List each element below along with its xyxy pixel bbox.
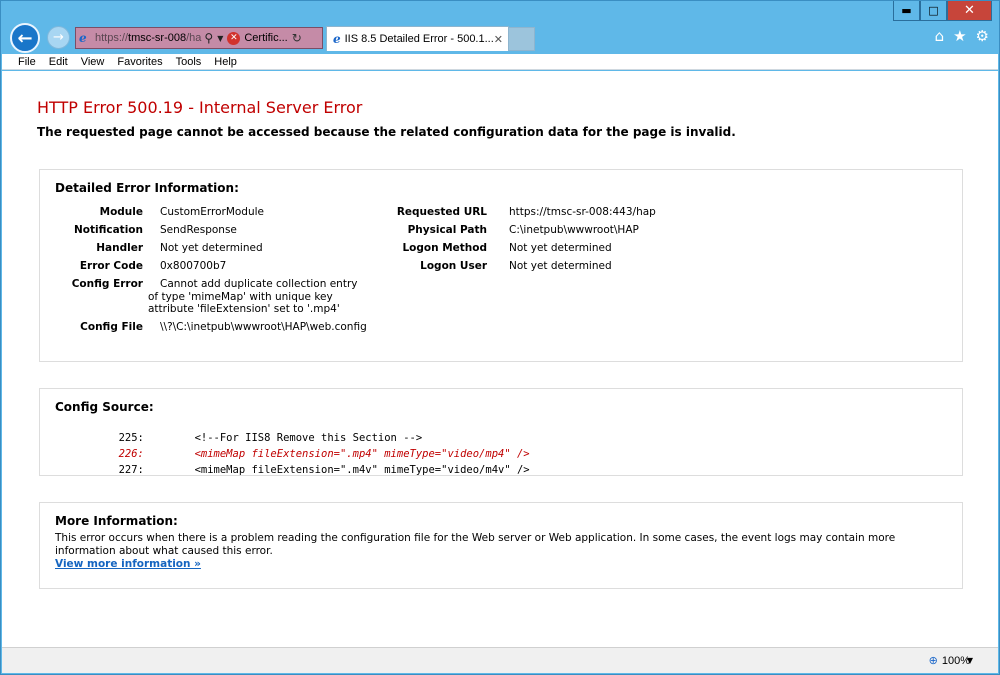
back-button[interactable]: ←: [10, 23, 40, 53]
tab-close-icon[interactable]: ✕: [494, 33, 503, 46]
detail-value: Not yet determined: [160, 242, 263, 254]
favorites-star-icon[interactable]: ★: [953, 27, 966, 45]
toolbar-icons: ⌂ ★ ⚙: [935, 27, 989, 45]
detail-key: Logon User: [420, 260, 487, 272]
navigation-bar: ← → e https:// tmsc-sr-008 /ha ⚲ ▼ ✕ Cer…: [1, 21, 999, 54]
detail-value: Not yet determined: [509, 260, 612, 272]
page-subtitle: The requested page cannot be accessed be…: [37, 125, 736, 139]
address-scheme: https://: [95, 32, 129, 44]
more-heading: More Information:: [55, 514, 178, 528]
caption-buttons: ▬ □ ✕: [893, 1, 992, 21]
menu-file[interactable]: File: [18, 56, 36, 68]
detail-key: Notification: [73, 224, 143, 236]
detailed-error-panel: Detailed Error Information: Module Custo…: [39, 169, 963, 362]
detail-key: Config Error: [71, 278, 143, 290]
page-content: HTTP Error 500.19 - Internal Server Erro…: [2, 71, 998, 649]
refresh-icon[interactable]: ↻: [292, 31, 302, 45]
config-line-code: <mimeMap fileExtension=".m4v" mimeType="…: [194, 464, 530, 476]
minimize-button[interactable]: ▬: [893, 1, 920, 21]
address-path: /ha: [186, 32, 202, 44]
detail-value: Not yet determined: [509, 242, 612, 254]
detail-key: Requested URL: [396, 206, 487, 218]
more-info-text: This error occurs when there is a proble…: [55, 532, 896, 557]
arrow-right-icon: →: [53, 30, 64, 45]
certificate-error-label[interactable]: Certific...: [244, 32, 287, 44]
detail-key: Config File: [80, 321, 143, 333]
detail-value: https://tmsc-sr-008:443/hap: [509, 206, 656, 218]
detail-key: Handler: [96, 242, 143, 254]
zoom-icon: ⊕: [928, 655, 938, 667]
page-title: HTTP Error 500.19 - Internal Server Erro…: [37, 98, 363, 117]
ie-page-icon: e: [79, 31, 87, 45]
tab-iis-error[interactable]: e IIS 8.5 Detailed Error - 500.1... ✕: [326, 26, 509, 51]
config-source-panel: Config Source: 225: <!--For IIS8 Remove t…: [39, 388, 963, 476]
details-heading: Detailed Error Information:: [55, 181, 239, 195]
address-host: tmsc-sr-008: [128, 32, 187, 44]
detail-key: Physical Path: [407, 224, 487, 236]
certificate-error-icon[interactable]: ✕: [227, 31, 241, 45]
config-heading: Config Source:: [55, 400, 154, 414]
gear-icon[interactable]: ⚙: [976, 27, 989, 45]
chevron-down-icon[interactable]: ▼: [217, 34, 223, 43]
detail-key: Logon Method: [402, 242, 487, 254]
zoom-level: 100%: [941, 654, 970, 667]
view-more-link[interactable]: View more information »: [55, 558, 201, 570]
menu-favorites[interactable]: Favorites: [117, 56, 162, 68]
menu-edit[interactable]: Edit: [49, 56, 68, 68]
detail-value: \\?\C:\inetpub\wwwroot\HAP\web.config: [160, 321, 367, 333]
zoom-control[interactable]: ⊕ 100%: [928, 654, 970, 668]
chevron-down-icon[interactable]: ▼: [967, 656, 973, 665]
more-information-panel: More Information: This error occurs when…: [39, 502, 963, 589]
config-line-number: 227:: [118, 464, 144, 476]
detail-key: Module: [99, 206, 143, 218]
detail-value: C:\inetpub\wwwroot\HAP: [509, 224, 639, 236]
arrow-left-icon: ←: [17, 27, 33, 49]
close-button[interactable]: ✕: [947, 1, 992, 21]
config-line: 227: <mimeMap fileExtension=".m4v" mimeTy…: [68, 452, 530, 488]
menu-tools[interactable]: Tools: [176, 56, 202, 68]
detail-key: Error Code: [79, 260, 143, 272]
forward-button[interactable]: →: [47, 26, 70, 49]
home-icon[interactable]: ⌂: [935, 27, 945, 45]
browser-window: ▬ □ ✕ ← → e https:// tmsc-sr-008 /ha ⚲ ▼…: [0, 0, 1000, 675]
menu-bar: File Edit View Favorites Tools Help: [2, 54, 998, 70]
status-bar: ⊕ 100% ▼: [2, 647, 998, 673]
tab-title: IIS 8.5 Detailed Error - 500.1...: [344, 33, 494, 45]
menu-view[interactable]: View: [81, 56, 105, 68]
new-tab-button[interactable]: [509, 27, 535, 51]
address-bar[interactable]: e https:// tmsc-sr-008 /ha ⚲ ▼ ✕ Certifi…: [75, 27, 323, 49]
search-icon[interactable]: ⚲: [204, 31, 213, 45]
menu-help[interactable]: Help: [214, 56, 237, 68]
maximize-button[interactable]: □: [920, 1, 947, 21]
ie-page-icon: e: [333, 32, 341, 46]
detail-value: Cannot add duplicate collection entry of…: [148, 278, 358, 315]
detail-value: CustomErrorModule: [160, 206, 265, 218]
detail-value: 0x800700b7: [160, 260, 227, 272]
detail-value: SendResponse: [160, 224, 237, 236]
